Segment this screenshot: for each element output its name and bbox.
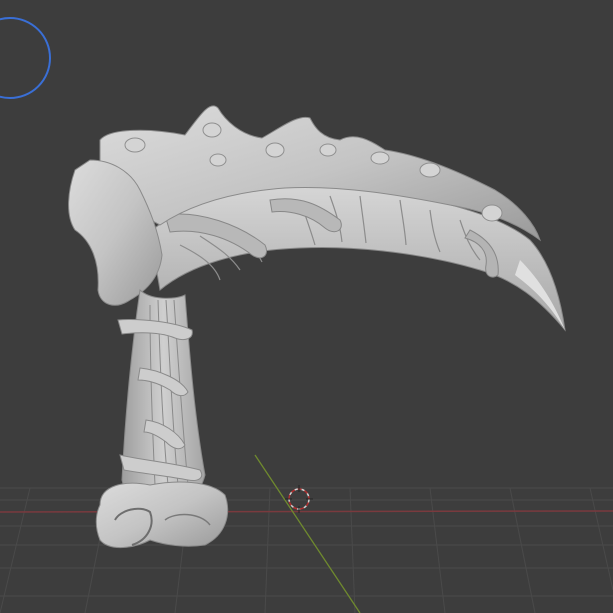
3d-viewport[interactable] — [0, 0, 613, 613]
viewport-canvas — [0, 17, 613, 613]
3d-cursor-icon[interactable] — [285, 485, 313, 513]
sculpted-scythe[interactable] — [68, 105, 566, 548]
navigation-circle-icon[interactable] — [0, 17, 51, 99]
y-axis-line — [254, 454, 361, 613]
floor-grid — [0, 487, 613, 613]
scythe-pommel — [95, 481, 229, 548]
x-axis-line — [0, 510, 613, 513]
